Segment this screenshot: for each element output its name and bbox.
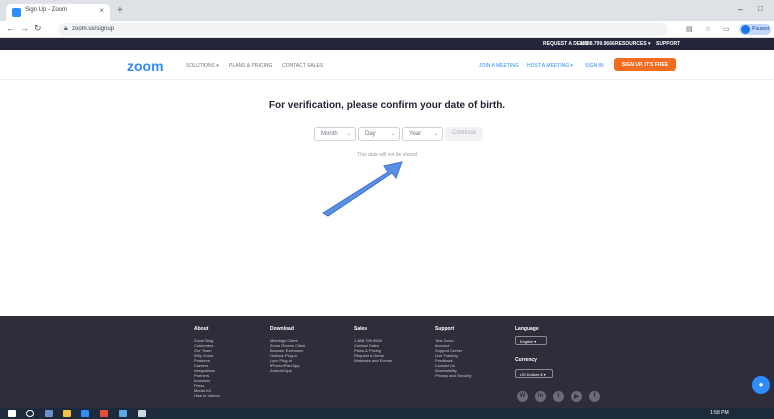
windows-start-icon[interactable] xyxy=(8,410,16,417)
zoom-taskbar-icon[interactable] xyxy=(81,410,89,417)
zoom-top-bar: REQUEST A DEMO 1.888.799.9666 RESOURCES … xyxy=(0,38,774,50)
footer-link[interactable]: Webinars and Events xyxy=(354,358,392,363)
windows-taskbar: 1:58 PM xyxy=(0,408,774,419)
new-tab-button[interactable]: + xyxy=(117,5,123,16)
day-select[interactable]: Day ⌄ xyxy=(358,127,400,141)
facebook-icon[interactable]: f xyxy=(589,391,600,402)
footer-about-title: About xyxy=(194,326,209,332)
year-select[interactable]: Year ⌄ xyxy=(402,127,443,141)
translate-icon[interactable]: ▤ xyxy=(686,25,693,33)
maximize-window-icon[interactable]: □ xyxy=(758,4,763,13)
chrome-taskbar-icon[interactable] xyxy=(100,410,108,417)
host-meeting-menu[interactable]: HOST A MEETING ▾ xyxy=(527,63,573,69)
extension-icon[interactable]: ▭ xyxy=(723,25,730,33)
plans-pricing-link[interactable]: PLANS & PRICING xyxy=(229,63,272,69)
browser-tab-strip: Sign Up - Zoom × + – □ xyxy=(0,0,774,21)
bookmark-star-icon[interactable]: ☆ xyxy=(705,25,711,33)
chevron-down-icon: ⌄ xyxy=(433,131,438,137)
continue-button[interactable]: Continue xyxy=(445,127,483,141)
year-value: Year xyxy=(409,131,422,137)
reload-icon[interactable]: ↻ xyxy=(34,23,42,34)
support-link[interactable]: SUPPORT xyxy=(656,41,680,47)
forward-arrow-icon[interactable]: → xyxy=(20,23,29,33)
app-taskbar-icon[interactable] xyxy=(119,410,127,417)
footer-currency-title: Currency xyxy=(515,357,537,363)
profile-button[interactable]: Paused xyxy=(739,24,771,35)
youtube-icon[interactable]: ▶ xyxy=(571,391,582,402)
address-bar[interactable]: 🔒︎ zoom.us/signup xyxy=(58,23,668,36)
day-value: Day xyxy=(365,131,376,137)
back-arrow-icon[interactable]: ← xyxy=(6,23,15,33)
phone-link[interactable]: 1.888.799.9666 xyxy=(580,41,615,47)
lock-icon: 🔒︎ xyxy=(64,25,68,32)
zoom-favicon-icon xyxy=(12,8,21,17)
solutions-menu[interactable]: SOLUTIONS ▾ xyxy=(186,63,219,69)
browser-toolbar: ← → ↻ 🔒︎ zoom.us/signup ▤ ☆ ▭ Paused xyxy=(0,21,774,38)
sign-up-label: SIGN UP, IT'S FREE xyxy=(621,62,669,68)
chevron-down-icon: ⌄ xyxy=(390,131,395,137)
zoom-logo[interactable]: zoom xyxy=(127,58,164,74)
join-meeting-link[interactable]: JOIN A MEETING xyxy=(479,63,519,69)
zoom-header: zoom SOLUTIONS ▾ PLANS & PRICING CONTACT… xyxy=(0,50,774,80)
footer-download-title: Download xyxy=(270,326,294,332)
footer-support-list: Test Zoom Account Support Center Live Tr… xyxy=(435,338,471,378)
continue-label: Continue xyxy=(451,130,477,136)
currency-select[interactable]: US Dollars $ ▾ xyxy=(515,369,553,378)
footer-link[interactable]: How to Videos xyxy=(194,393,220,398)
language-select[interactable]: English ▾ xyxy=(515,336,547,345)
footer-sales-title: Sales xyxy=(354,326,368,332)
linkedin-icon[interactable]: in xyxy=(535,391,546,402)
twitter-icon[interactable]: t xyxy=(553,391,564,402)
search-icon[interactable] xyxy=(26,410,34,417)
file-explorer-icon[interactable] xyxy=(63,410,71,417)
minimize-window-icon[interactable]: – xyxy=(738,4,743,14)
chevron-down-icon: ⌄ xyxy=(346,131,351,137)
footer-language-title: Language xyxy=(515,326,539,332)
annotation-arrow-icon xyxy=(322,161,403,217)
currency-value: US Dollars $ ▾ xyxy=(520,372,546,377)
language-value: English ▾ xyxy=(520,339,537,344)
chat-icon: ● xyxy=(758,380,764,389)
wordpress-icon[interactable]: W xyxy=(517,391,528,402)
footer-link[interactable]: Android App xyxy=(270,368,305,373)
footer-about-list: Zoom Blog Customers Our Team Why Zoom Fe… xyxy=(194,338,220,398)
browser-tab[interactable]: Sign Up - Zoom × xyxy=(6,4,110,21)
site-footer: About Zoom Blog Customers Our Team Why Z… xyxy=(0,316,774,408)
address-url[interactable]: zoom.us/signup xyxy=(72,26,114,32)
tab-title: Sign Up - Zoom xyxy=(25,7,68,13)
month-select[interactable]: Month ⌄ xyxy=(314,127,356,141)
chat-button[interactable]: ● xyxy=(752,376,770,394)
taskbar-clock[interactable]: 1:58 PM xyxy=(710,410,729,416)
sign-up-button[interactable]: SIGN UP, IT'S FREE xyxy=(614,58,676,71)
footer-link[interactable]: Privacy and Security xyxy=(435,373,471,378)
footer-sales-list: 1.888.799.9666 Contact Sales Plans & Pri… xyxy=(354,338,392,363)
app-taskbar-icon[interactable] xyxy=(138,410,146,417)
sign-in-link[interactable]: SIGN IN xyxy=(585,63,604,69)
avatar xyxy=(741,25,750,34)
footer-support-title: Support xyxy=(435,326,455,332)
footer-download-list: Meetings Client Zoom Rooms Client Browse… xyxy=(270,338,305,373)
page-title: For verification, please confirm your da… xyxy=(268,100,506,111)
month-value: Month xyxy=(321,131,338,137)
contact-sales-link[interactable]: CONTACT SALES xyxy=(282,63,323,69)
profile-status: Paused xyxy=(752,26,769,32)
task-view-icon[interactable] xyxy=(45,410,53,417)
tab-close-icon[interactable]: × xyxy=(99,6,104,15)
resources-menu[interactable]: RESOURCES ▾ xyxy=(615,41,651,47)
